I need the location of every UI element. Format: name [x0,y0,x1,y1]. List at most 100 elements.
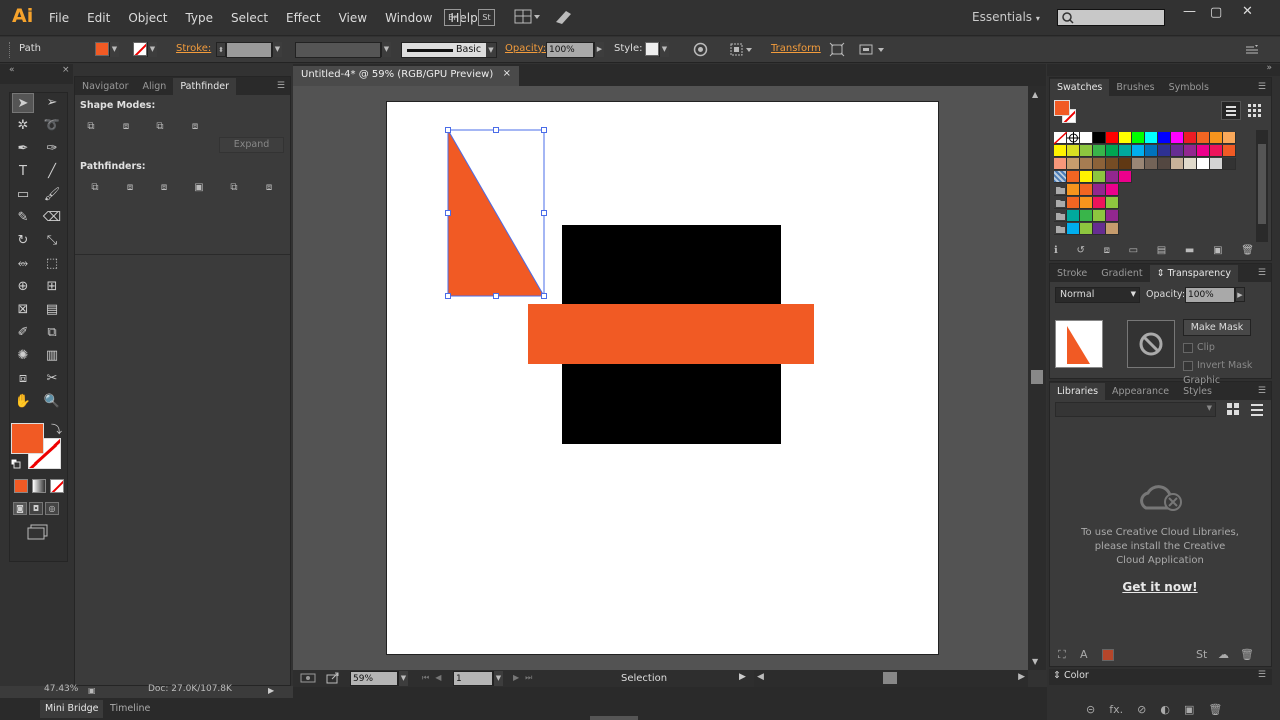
color-swatch[interactable] [1093,158,1106,170]
shape-builder-tool-icon[interactable]: ⊕ [12,277,34,297]
color-swatch[interactable] [1145,132,1158,144]
color-swatch[interactable] [1093,184,1106,196]
swatches-scroll-thumb[interactable] [1258,144,1266,224]
eraser-tool-icon[interactable]: ⌫ [41,208,63,228]
fill-color-control[interactable]: ▼ [95,42,119,57]
color-swatch[interactable] [1210,158,1223,170]
line-segment-tool-icon[interactable]: ╱ [41,162,63,182]
orange-bar[interactable] [528,304,814,364]
color-swatch[interactable] [1106,171,1119,183]
color-swatch[interactable] [1067,210,1080,222]
color-swatch[interactable] [1145,158,1158,170]
color-swatch[interactable] [1132,132,1145,144]
tab-color[interactable]: ⇕ Color [1053,670,1089,681]
color-swatch[interactable] [1171,145,1184,157]
library-grid-view-icon[interactable] [1227,403,1239,418]
chevron-down-icon[interactable]: ▼ [147,42,157,57]
graphic-style-control[interactable]: ▼ [645,42,669,57]
unite-icon[interactable]: ⧉ [82,119,100,135]
artboard-nav-next[interactable]: ▶⏭ [513,673,538,683]
chevron-right-icon[interactable]: ▶ [1235,287,1245,302]
panel-menu-icon[interactable]: ☰ [1253,386,1271,400]
pattern-swatch[interactable] [1054,171,1067,183]
handle-bottom-center[interactable] [493,293,499,299]
registration-swatch[interactable] [1067,132,1080,144]
color-swatch[interactable] [1080,158,1093,170]
chevron-down-icon[interactable]: ▼ [109,42,119,57]
menu-view[interactable]: View [330,11,376,25]
fx-icon[interactable]: fx. [1109,703,1123,717]
close-document-icon[interactable]: × [503,68,511,79]
color-swatch[interactable] [1067,171,1080,183]
color-swatch[interactable] [1119,171,1132,183]
stock-icon[interactable]: St [478,9,495,26]
color-swatch[interactable] [1184,158,1197,170]
chevron-down-icon[interactable]: ▼ [486,43,496,57]
draw-behind-icon[interactable]: ◘ [29,502,43,515]
color-swatch[interactable] [1184,145,1197,157]
tab-pathfinder[interactable]: Pathfinder [173,78,236,95]
color-swatch[interactable] [1093,210,1106,222]
merge-icon[interactable]: ⧈ [155,180,173,196]
library-list-view-icon[interactable] [1251,404,1263,419]
handle-top-center[interactable] [493,127,499,133]
expand-button[interactable]: Expand [219,137,284,153]
color-swatch[interactable] [1223,132,1236,144]
tab-libraries[interactable]: Libraries [1050,383,1106,400]
brush-definition[interactable]: Basic ▼ [401,42,497,58]
color-swatch[interactable] [1067,184,1080,196]
color-swatch[interactable] [1067,145,1080,157]
stepper-icon[interactable]: ⬍ [216,42,226,57]
expand-dock-icon[interactable]: » [1266,63,1272,73]
color-swatch[interactable] [1119,132,1132,144]
chevron-right-icon[interactable]: ▶ [594,42,604,57]
handle-top-left[interactable] [445,127,451,133]
color-swatch[interactable] [1093,171,1106,183]
zoom-select[interactable]: 59% ▼ [350,671,408,686]
rectangle-tool-icon[interactable]: ▭ [12,185,34,205]
color-swatch[interactable] [1171,132,1184,144]
curvature-tool-icon[interactable]: ✑ [41,139,63,159]
restore-icon[interactable]: ▢ [1210,5,1222,20]
transparency-opacity-field[interactable]: 100% ▶ [1185,287,1245,303]
color-swatch[interactable] [1093,223,1106,235]
perspective-grid-tool-icon[interactable]: ⊞ [41,277,63,297]
stroke-weight-field[interactable]: ⬍ ▼ [216,42,282,58]
swatches-scrollbar[interactable] [1256,130,1268,242]
library-select[interactable]: ▼ [1055,402,1216,417]
blend-mode-select[interactable]: Normal ▼ [1055,287,1140,303]
chevron-down-icon[interactable]: ▼ [272,42,282,57]
vertical-scrollbar[interactable]: ▲ ▼ [1028,86,1046,670]
recolor-artwork-icon[interactable] [693,42,708,60]
tab-brushes[interactable]: Brushes [1109,79,1161,96]
magic-wand-tool-icon[interactable]: ✲ [12,116,34,136]
color-swatch[interactable] [1080,223,1093,235]
folder-icon[interactable] [1054,223,1067,235]
stroke-label[interactable]: Stroke: [176,43,211,54]
color-swatch[interactable] [1106,145,1119,157]
pencil-tool-icon[interactable]: ✎ [12,208,34,228]
color-swatch[interactable] [1080,145,1093,157]
minimize-icon[interactable]: — [1183,4,1196,19]
isolate-object-icon[interactable] [858,42,886,60]
mask-thumbnail[interactable] [1127,320,1175,368]
paintbrush-tool-icon[interactable]: 🖌 [41,185,63,205]
color-swatch[interactable] [1197,145,1210,157]
gradient-tool-icon[interactable]: ▤ [41,300,63,320]
no-stroke-swatch[interactable] [133,42,147,56]
width-tool-icon[interactable]: ⥈ [12,254,34,274]
screen-mode-icon[interactable] [27,524,49,543]
color-swatch[interactable] [1197,132,1210,144]
color-swatch[interactable] [1080,132,1093,144]
intersect-icon[interactable]: ⧉ [151,119,169,135]
sync-icon[interactable]: ☁ [1218,648,1240,662]
panel-menu-icon[interactable] [1245,43,1259,58]
artboard-select[interactable]: 1 ▼ [453,671,503,686]
scroll-right-icon[interactable]: ▶ [1018,672,1025,682]
tab-symbols[interactable]: Symbols [1162,79,1216,96]
lasso-tool-icon[interactable]: ➰ [41,116,63,136]
color-swatch[interactable] [1158,132,1171,144]
add-fill-color-icon[interactable] [1102,649,1114,661]
scroll-down-icon[interactable]: ▼ [1032,657,1038,666]
chevron-down-icon[interactable]: ▼ [493,671,503,686]
